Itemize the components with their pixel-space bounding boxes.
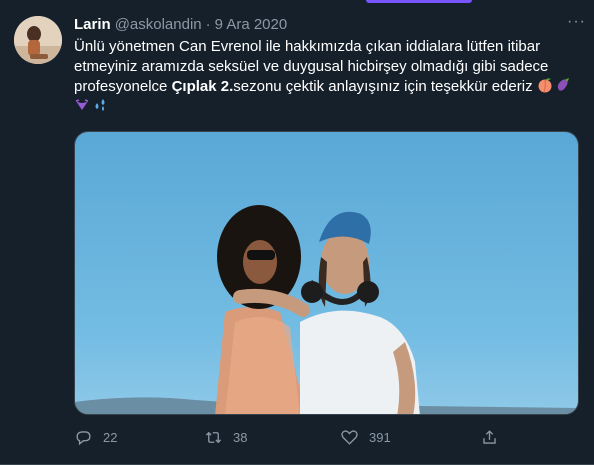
sweat-droplets-emoji bbox=[92, 97, 108, 113]
share-button[interactable] bbox=[480, 428, 509, 447]
tweet-header: Larin @askolandin · 9 Ara 2020 bbox=[74, 14, 582, 34]
tweet-date[interactable]: 9 Ara 2020 bbox=[215, 16, 288, 33]
share-icon bbox=[483, 430, 496, 444]
more-options-icon[interactable]: ··· bbox=[567, 14, 586, 30]
peach-emoji bbox=[537, 77, 553, 93]
bikini-emoji bbox=[74, 97, 90, 113]
tweet-text-part2: sezonu çektik anlayışınız için teşekkür … bbox=[233, 78, 537, 95]
tweet-text: Ünlü yönetmen Can Evrenol ile hakkımızda… bbox=[74, 37, 580, 117]
tweet-actions: 22 38 391 bbox=[74, 428, 504, 450]
like-button[interactable]: 391 bbox=[340, 428, 391, 447]
avatar[interactable] bbox=[14, 16, 62, 64]
retweet-icon bbox=[205, 431, 222, 444]
tweet[interactable]: Larin @askolandin · 9 Ara 2020 Ünlü yöne… bbox=[0, 0, 594, 465]
author-name[interactable]: Larin bbox=[74, 16, 111, 33]
like-count: 391 bbox=[369, 430, 391, 445]
author-handle[interactable]: @askolandin bbox=[115, 16, 202, 33]
tweet-text-bold: Çıplak 2. bbox=[171, 78, 234, 95]
separator: · bbox=[205, 15, 211, 33]
reply-icon bbox=[76, 431, 91, 446]
retweet-count: 38 bbox=[233, 430, 248, 445]
reply-button[interactable]: 22 bbox=[74, 428, 117, 447]
retweet-button[interactable]: 38 bbox=[204, 428, 247, 447]
reply-count: 22 bbox=[103, 430, 118, 445]
tweet-photo[interactable] bbox=[74, 131, 579, 415]
heart-icon bbox=[341, 430, 358, 445]
eggplant-emoji bbox=[555, 77, 571, 93]
tweet-body: Larin @askolandin · 9 Ara 2020 Ünlü yöne… bbox=[74, 14, 582, 117]
